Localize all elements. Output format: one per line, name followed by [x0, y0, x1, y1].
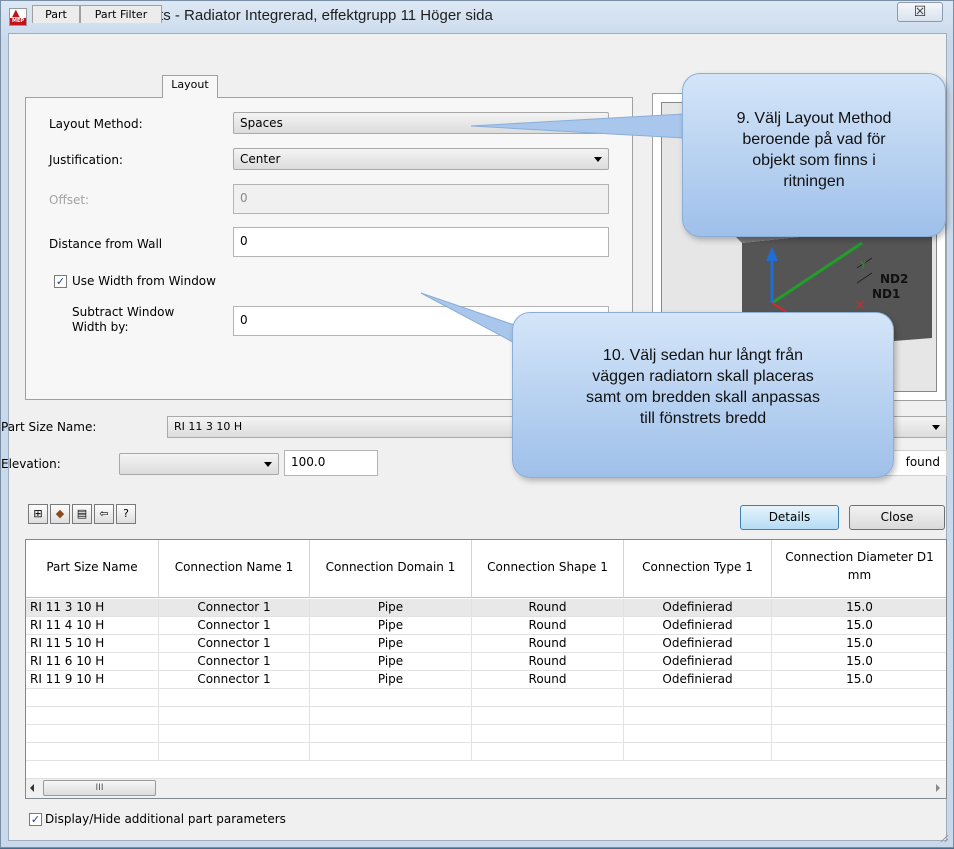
callout-step-9: 9. Välj Layout Method beroende på vad fö…: [682, 73, 946, 237]
callout-step-10: 10. Välj sedan hur långt från väggen rad…: [512, 312, 894, 478]
tab-layout[interactable]: Layout: [162, 75, 218, 98]
callout-step-9-text: 9. Välj Layout Method beroende på vad fö…: [736, 110, 892, 190]
resize-grip-icon[interactable]: [939, 833, 949, 843]
dialog-window: ▲ MEP Add Multi-view Parts - Radiator In…: [0, 0, 954, 848]
callout-step-10-text: 10. Välj sedan hur långt från väggen rad…: [586, 347, 820, 427]
